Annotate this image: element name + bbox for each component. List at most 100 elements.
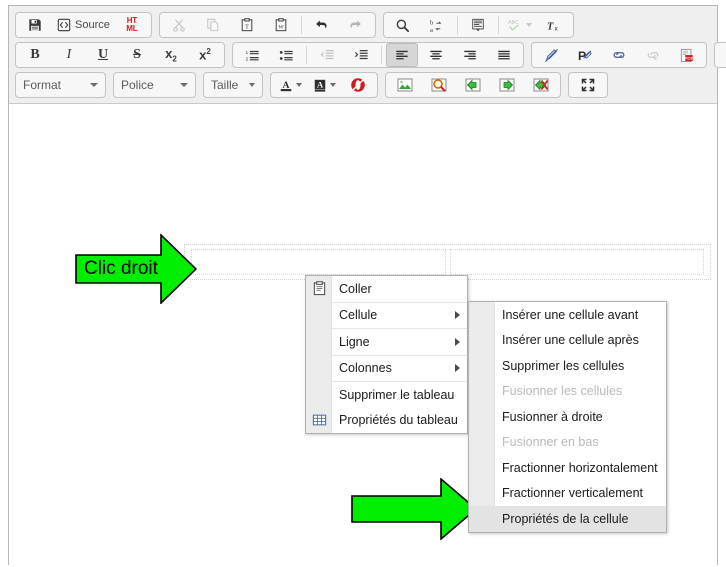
undo-button[interactable] (306, 13, 338, 37)
menu-item-coller[interactable]: Coller (306, 276, 467, 302)
bulleted-list-button[interactable] (270, 43, 302, 67)
submenu-item-inserer-cellule-avant[interactable]: Insérer une cellule avant (469, 302, 666, 328)
spellcheck-button[interactable]: ABC (503, 13, 536, 37)
format-dropdown[interactable]: Format (15, 72, 106, 98)
link-button[interactable] (603, 43, 635, 67)
insert-image-button[interactable] (389, 73, 421, 97)
copy-button[interactable] (197, 13, 229, 37)
editor-frame: Source HT ML T W b a ABC T x B I U S x2 … (8, 5, 726, 565)
table-button[interactable] (718, 43, 726, 67)
table-cell-1[interactable] (191, 249, 446, 275)
pdf-button[interactable]: PDF (671, 43, 703, 67)
decrease-indent-icon (320, 48, 335, 62)
underline-button[interactable]: U (87, 43, 119, 67)
chevron-down-icon (295, 83, 302, 87)
select-all-icon (471, 18, 485, 32)
opera-widget-button[interactable] (342, 73, 374, 97)
submenu-item-inserer-cellule-apres[interactable]: Insérer une cellule après (469, 328, 666, 354)
submenu-item-fractionner-horizontalement[interactable]: Fractionner horizontalement (469, 455, 666, 481)
toolbar-group-insert: Ω (714, 42, 726, 68)
italic-button[interactable]: I (53, 43, 85, 67)
align-center-button[interactable] (420, 43, 452, 67)
text-color-button[interactable]: A (274, 73, 306, 97)
paste-text-button[interactable]: T (231, 13, 263, 37)
paste-from-word-button[interactable]: P (569, 43, 601, 67)
subscript-button[interactable]: x2 (155, 43, 187, 67)
submenu-item-fusionner-cellules: Fusionner les cellules (469, 379, 666, 405)
find-button[interactable] (387, 13, 419, 37)
toolbar-group-paragraph: 12 (232, 42, 524, 68)
svg-text:b: b (430, 19, 434, 26)
menu-item-cellule[interactable]: Cellule (306, 303, 467, 329)
svg-text:2: 2 (245, 56, 248, 62)
remove-format-button[interactable]: Tx (538, 13, 570, 37)
background-color-button[interactable]: A (308, 73, 340, 97)
decrease-indent-button[interactable] (311, 43, 343, 67)
size-dropdown[interactable]: Taille (203, 72, 263, 98)
align-right-button[interactable] (454, 43, 486, 67)
strike-button[interactable]: S (121, 43, 153, 67)
align-justify-button[interactable] (488, 43, 520, 67)
increase-indent-button[interactable] (345, 43, 377, 67)
menu-item-colonnes[interactable]: Colonnes (306, 356, 467, 382)
select-all-button[interactable] (462, 13, 494, 37)
paste-word-button[interactable]: W (265, 13, 297, 37)
magnifier-icon (395, 18, 410, 33)
paste-text-icon: T (240, 18, 254, 32)
toolbar-group-clipboard: T W (158, 12, 376, 38)
floppy-disk-icon (28, 18, 42, 32)
svg-text:PDF: PDF (684, 55, 693, 60)
menu-item-label: Propriétés de la cellule (502, 511, 629, 526)
submenu-item-fractionner-verticalement[interactable]: Fractionner verticalement (469, 481, 666, 507)
superscript-icon: x2 (199, 47, 211, 63)
toolbar-group-links: P PDF (531, 42, 707, 68)
image-preview-button[interactable] (423, 73, 455, 97)
delete-media-button[interactable] (525, 73, 557, 97)
redo-arrow-icon (348, 18, 363, 32)
redo-button[interactable] (340, 13, 372, 37)
cell-submenu[interactable]: Insérer une cellule avant Insérer une ce… (468, 301, 667, 533)
move-right-button[interactable] (491, 73, 523, 97)
arrow-right-green-icon (499, 77, 515, 93)
replace-button[interactable]: ba (421, 13, 453, 37)
bold-icon: B (30, 47, 40, 62)
no-link-pencil-icon (544, 48, 559, 63)
table-context-menu[interactable]: Coller Cellule Ligne Colonnes Supprimer … (305, 275, 468, 434)
unlink-button[interactable] (637, 43, 669, 67)
source-button[interactable]: Source (53, 13, 114, 37)
menu-item-label: Supprimer le tableau (339, 387, 455, 402)
toolbar-row-2: B I U S x2 x2 1 2 P PDF (11, 40, 726, 70)
menu-item-supprimer-tableau[interactable]: Supprimer le tableau (306, 382, 467, 408)
menu-item-proprietes-tableau[interactable]: Propriétés du tableau (306, 408, 467, 434)
font-dropdown[interactable]: Police (113, 72, 196, 98)
toolbar-separator (497, 16, 499, 34)
align-center-icon (429, 49, 443, 62)
align-left-button[interactable] (386, 43, 418, 67)
chevron-down-icon (180, 83, 188, 87)
copy-icon (206, 18, 220, 32)
unlink-paste-button[interactable] (535, 43, 567, 67)
undo-arrow-icon (314, 18, 329, 32)
menu-item-label: Fractionner horizontalement (502, 460, 658, 475)
superscript-button[interactable]: x2 (189, 43, 221, 67)
chevron-down-icon (525, 23, 532, 27)
toolbar-group-basicstyles: B I U S x2 x2 (15, 42, 225, 68)
submenu-item-proprietes-cellule[interactable]: Propriétés de la cellule (469, 506, 666, 532)
image-green-icon (397, 77, 413, 93)
move-left-button[interactable] (457, 73, 489, 97)
submenu-item-supprimer-cellules[interactable]: Supprimer les cellules (469, 353, 666, 379)
maximize-arrows-icon (580, 77, 596, 93)
spellcheck-abc-icon: ABC (507, 18, 523, 32)
save-button[interactable] (19, 13, 51, 37)
table-cell-2[interactable] (449, 249, 704, 275)
numbered-list-button[interactable]: 12 (236, 43, 268, 67)
submenu-item-fusionner-droite[interactable]: Fusionner à droite (469, 404, 666, 430)
cut-button[interactable] (163, 13, 195, 37)
arrow-delete-red-icon (533, 77, 549, 93)
bold-button[interactable]: B (19, 43, 51, 67)
maximize-button[interactable] (572, 73, 604, 97)
underline-icon: U (97, 47, 109, 62)
editor-content-area[interactable]: Clic droit Coller Cellule Ligne Colonnes… (9, 104, 717, 546)
html-button[interactable]: HT ML (116, 13, 148, 37)
menu-item-ligne[interactable]: Ligne (306, 329, 467, 355)
